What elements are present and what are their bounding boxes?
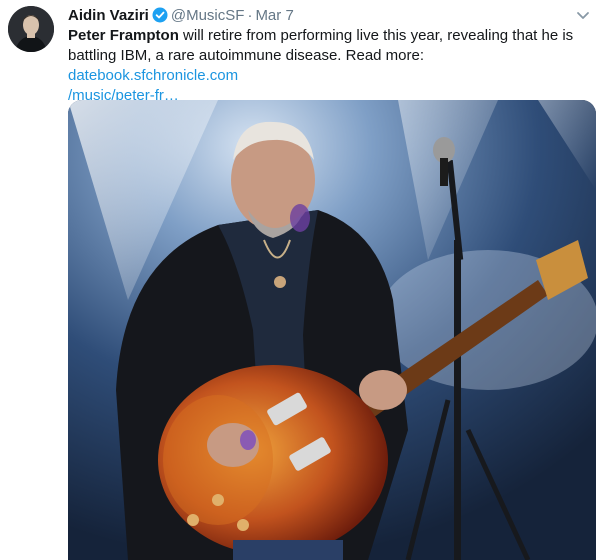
author-name[interactable]: Aidin Vaziri xyxy=(68,7,149,24)
tweet-text: Peter Frampton will retire from performi… xyxy=(68,26,588,106)
avatar-image xyxy=(8,6,54,52)
tweet-link[interactable]: datebook.sfchronicle.com/music/peter-fr… xyxy=(68,67,238,104)
tweet-card[interactable]: Aidin Vaziri @MusicSF · Mar 7 Peter Frampto… xyxy=(0,0,600,560)
concert-photo-guitarist xyxy=(68,100,596,560)
meta-separator: · xyxy=(247,7,253,24)
tweet-photo[interactable] xyxy=(68,100,596,560)
avatar[interactable] xyxy=(8,6,54,52)
author-handle[interactable]: @MusicSF xyxy=(171,7,245,24)
tweet-date[interactable]: Mar 7 xyxy=(255,7,293,24)
tweet-text-subject: Peter Frampton xyxy=(68,27,179,44)
chevron-down-icon[interactable] xyxy=(576,8,590,26)
tweet-link-domain[interactable]: datebook.sfchronicle.com xyxy=(68,67,238,84)
